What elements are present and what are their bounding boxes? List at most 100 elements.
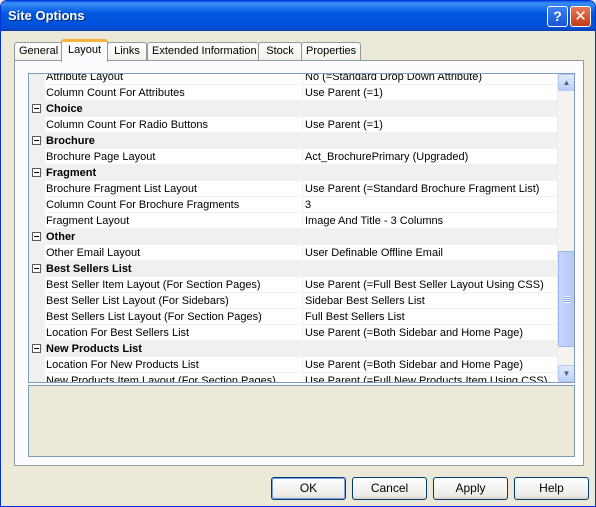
property-name: Column Count For Radio Buttons <box>45 117 301 133</box>
property-grid: Attribute Layout No (=Standard Drop Down … <box>28 73 575 383</box>
property-name: Column Count For Brochure Fragments <box>45 197 301 213</box>
row-gutter <box>29 181 45 197</box>
property-row[interactable]: Location For Best Sellers List Use Parent… <box>29 325 557 341</box>
property-name: Location For Best Sellers List <box>45 325 301 341</box>
row-gutter <box>29 213 45 229</box>
tab-general[interactable]: General <box>14 42 62 61</box>
tab-layout[interactable]: Layout <box>61 39 108 62</box>
category-label: Choice <box>46 103 83 115</box>
vertical-scrollbar[interactable]: ▲ ▼ <box>557 74 574 382</box>
property-value[interactable]: Use Parent (=Both Sidebar and Home Page) <box>302 325 557 341</box>
property-name: Column Count For Attributes <box>45 85 301 101</box>
property-name: Best Sellers List Layout (For Section Pa… <box>45 309 301 325</box>
row-gutter <box>29 293 45 309</box>
collapse-icon[interactable] <box>32 168 41 177</box>
property-value[interactable]: Use Parent (=1) <box>302 117 557 133</box>
cancel-button[interactable]: Cancel <box>352 477 427 500</box>
property-name: Best Seller List Layout (For Sidebars) <box>45 293 301 309</box>
property-row[interactable]: Best Seller Item Layout (For Section Pag… <box>29 277 557 293</box>
category-label: Best Sellers List <box>46 263 132 275</box>
collapse-icon[interactable] <box>32 136 41 145</box>
category-row[interactable]: Brochure <box>29 133 557 149</box>
scroll-down-icon[interactable]: ▼ <box>558 365 574 382</box>
collapse-icon[interactable] <box>32 104 41 113</box>
row-gutter <box>29 197 45 213</box>
property-value[interactable]: Image And Title - 3 Columns <box>302 213 557 229</box>
row-gutter <box>29 74 45 85</box>
tab-extended-information[interactable]: Extended Information <box>147 42 259 61</box>
layout-tab-panel: Attribute Layout No (=Standard Drop Down … <box>14 60 584 466</box>
property-name: Brochure Fragment List Layout <box>45 181 301 197</box>
scroll-up-icon[interactable]: ▲ <box>558 74 574 91</box>
row-gutter <box>29 277 45 293</box>
property-row[interactable]: Best Seller List Layout (For Sidebars) Si… <box>29 293 557 309</box>
property-value[interactable]: Act_BrochurePrimary (Upgraded) <box>302 149 557 165</box>
property-grid-viewport: Attribute Layout No (=Standard Drop Down … <box>29 74 557 382</box>
property-row[interactable]: Best Sellers List Layout (For Section Pa… <box>29 309 557 325</box>
tab-stock[interactable]: Stock <box>258 42 302 61</box>
ok-button[interactable]: OK <box>271 477 346 500</box>
property-value[interactable]: Use Parent (=1) <box>302 85 557 101</box>
dialog-body: General Layout Links Extended Informatio… <box>4 31 592 505</box>
tab-properties[interactable]: Properties <box>301 42 361 61</box>
category-row[interactable]: Choice <box>29 101 557 117</box>
property-row[interactable]: Column Count For Attributes Use Parent (=… <box>29 85 557 101</box>
property-value[interactable]: Use Parent (=Full New Products Item Usin… <box>302 373 557 382</box>
property-row[interactable]: Column Count For Brochure Fragments 3 <box>29 197 557 213</box>
property-row[interactable]: Fragment Layout Image And Title - 3 Colum… <box>29 213 557 229</box>
help-button[interactable]: Help <box>514 477 589 500</box>
close-icon[interactable]: ✕ <box>570 6 591 27</box>
scrollbar-thumb[interactable] <box>558 251 574 347</box>
property-value[interactable]: Full Best Sellers List <box>302 309 557 325</box>
row-gutter <box>29 149 45 165</box>
apply-button[interactable]: Apply <box>433 477 508 500</box>
row-gutter <box>29 117 45 133</box>
category-row[interactable]: New Products List <box>29 341 557 357</box>
property-name: Location For New Products List <box>45 357 301 373</box>
property-row[interactable]: Brochure Page Layout Act_BrochurePrimary … <box>29 149 557 165</box>
row-gutter <box>29 85 45 101</box>
collapse-icon[interactable] <box>32 344 41 353</box>
property-row[interactable]: New Products Item Layout (For Section Pa… <box>29 373 557 382</box>
category-row[interactable]: Best Sellers List <box>29 261 557 277</box>
site-options-dialog: Site Options ? ✕ General Layout Links Ex… <box>0 0 596 507</box>
property-value[interactable]: Use Parent (=Both Sidebar and Home Page) <box>302 357 557 373</box>
row-gutter <box>29 357 45 373</box>
tab-links[interactable]: Links <box>107 42 147 61</box>
property-value[interactable]: No (=Standard Drop Down Attribute) <box>302 74 557 85</box>
help-icon[interactable]: ? <box>547 6 568 27</box>
property-row[interactable]: Location For New Products List Use Parent… <box>29 357 557 373</box>
property-row[interactable]: Brochure Fragment List Layout Use Parent … <box>29 181 557 197</box>
row-gutter <box>29 309 45 325</box>
category-label: Fragment <box>46 167 97 179</box>
window-title: Site Options <box>8 8 85 23</box>
row-gutter <box>29 325 45 341</box>
property-value[interactable]: Sidebar Best Sellers List <box>302 293 557 309</box>
collapse-icon[interactable] <box>32 264 41 273</box>
property-name: New Products Item Layout (For Section Pa… <box>45 373 301 382</box>
property-name: Other Email Layout <box>45 245 301 261</box>
property-value[interactable]: 3 <box>302 197 557 213</box>
row-gutter <box>29 373 45 382</box>
grip-icon <box>563 296 571 303</box>
property-name: Attribute Layout <box>45 74 301 85</box>
property-grid-rows: Attribute Layout No (=Standard Drop Down … <box>29 74 557 382</box>
category-row[interactable]: Fragment <box>29 165 557 181</box>
property-description-panel <box>28 385 575 457</box>
category-label: Brochure <box>46 135 95 147</box>
row-gutter <box>29 245 45 261</box>
property-name: Brochure Page Layout <box>45 149 301 165</box>
property-row[interactable]: Attribute Layout No (=Standard Drop Down … <box>29 74 557 85</box>
category-row[interactable]: Other <box>29 229 557 245</box>
property-row[interactable]: Other Email Layout User Definable Offline… <box>29 245 557 261</box>
category-label: New Products List <box>46 343 142 355</box>
property-name: Fragment Layout <box>45 213 301 229</box>
property-name: Best Seller Item Layout (For Section Pag… <box>45 277 301 293</box>
property-value[interactable]: Use Parent (=Standard Brochure Fragment … <box>302 181 557 197</box>
title-bar[interactable]: Site Options ? ✕ <box>1 1 595 31</box>
property-value[interactable]: Use Parent (=Full Best Seller Layout Usi… <box>302 277 557 293</box>
category-label: Other <box>46 231 76 243</box>
collapse-icon[interactable] <box>32 232 41 241</box>
property-row[interactable]: Column Count For Radio Buttons Use Parent… <box>29 117 557 133</box>
property-value[interactable]: User Definable Offline Email <box>302 245 557 261</box>
